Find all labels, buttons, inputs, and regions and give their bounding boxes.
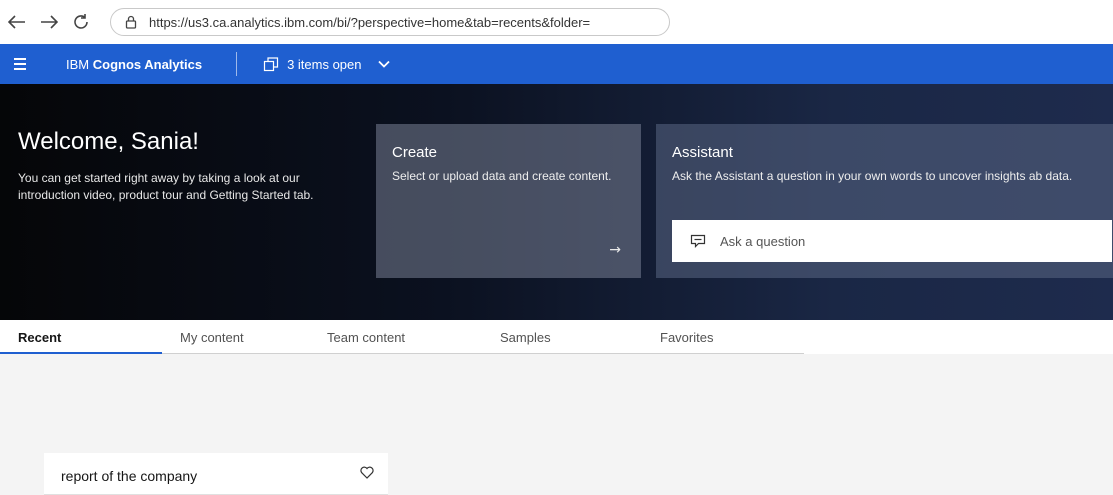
create-card[interactable]: Create Select or upload data and create … [376,124,641,278]
menu-icon[interactable] [14,58,34,70]
reload-button[interactable] [68,9,94,35]
welcome-banner: Welcome, Sania! You can get started righ… [0,84,1113,320]
product-name: IBM Cognos Analytics [66,57,202,72]
tab-recent[interactable]: Recent [18,320,61,354]
heart-icon[interactable] [360,466,374,484]
content-tabs: Recent My content Team content Samples F… [0,320,1113,354]
arrow-left-icon [8,15,25,29]
assistant-card: Assistant Ask the Assistant a question i… [656,124,1113,278]
welcome-text: You can get started right away by taking… [18,171,314,202]
tab-samples[interactable]: Samples [500,320,551,354]
back-button[interactable] [4,9,30,35]
url-text: https://us3.ca.analytics.ibm.com/bi/?per… [149,14,591,30]
tab-my-content[interactable]: My content [180,320,244,354]
address-bar[interactable]: https://us3.ca.analytics.ibm.com/bi/?per… [110,8,670,36]
header-divider [236,52,238,76]
arrow-right-icon: → [609,242,621,258]
arrow-right-icon [41,15,58,29]
welcome-title: Welcome, Sania! [18,128,199,155]
create-title: Create [392,144,438,161]
lock-icon [121,12,141,32]
ask-question-input[interactable]: Ask a question [672,220,1112,262]
items-open-label: 3 items open [287,56,362,72]
assistant-description: Ask the Assistant a question in your own… [672,169,1073,183]
assistant-title: Assistant [672,144,733,161]
create-description: Select or upload data and create content… [392,169,612,183]
tab-team-content[interactable]: Team content [327,320,405,354]
reload-icon [74,14,88,29]
recent-content-area: report of the company [0,354,1113,495]
browser-toolbar: https://us3.ca.analytics.ibm.com/bi/?per… [0,0,1113,44]
brand-name: Cognos Analytics [92,56,203,72]
open-items-switcher[interactable]: 3 items open [263,56,390,72]
chevron-down-icon [377,60,390,68]
windows-icon [263,57,279,72]
recent-item[interactable]: report of the company [44,453,388,495]
app-header: IBM Cognos Analytics 3 items open [0,44,1113,84]
chat-icon [690,234,706,248]
recent-item-name: report of the company [61,468,198,484]
tab-favorites[interactable]: Favorites [660,320,713,354]
forward-button[interactable] [36,9,62,35]
ask-placeholder: Ask a question [720,233,806,249]
brand-prefix: IBM [66,56,93,72]
